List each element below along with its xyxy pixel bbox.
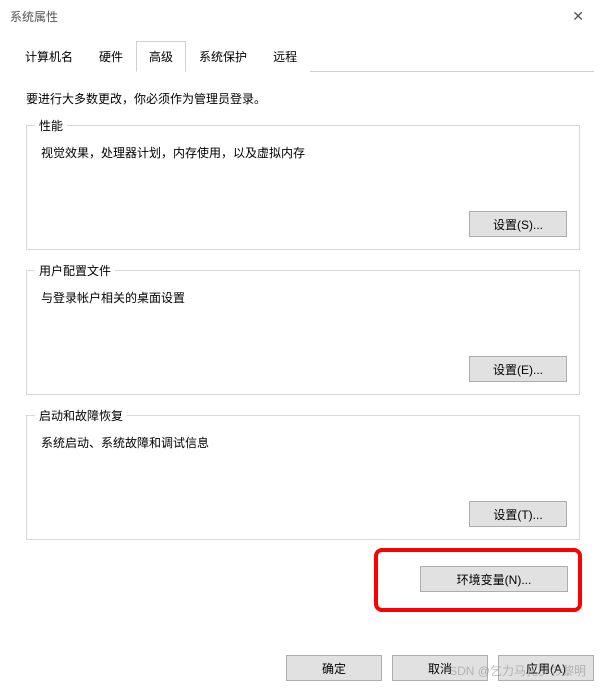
cancel-button[interactable]: 取消: [392, 655, 488, 681]
group-startuprecovery: 启动和故障恢复 系统启动、系统故障和调试信息 设置(T)...: [26, 415, 580, 540]
group-userprofiles: 用户配置文件 与登录帐户相关的桌面设置 设置(E)...: [26, 270, 580, 395]
tab-content-advanced: 要进行大多数更改，你必须作为管理员登录。 性能 视觉效果，处理器计划，内存使用，…: [12, 72, 594, 616]
intro-text: 要进行大多数更改，你必须作为管理员登录。: [26, 90, 580, 107]
tab-hardware[interactable]: 硬件: [86, 41, 136, 72]
group-startuprecovery-title: 启动和故障恢复: [35, 407, 127, 424]
group-performance: 性能 视觉效果，处理器计划，内存使用，以及虚拟内存 设置(S)...: [26, 125, 580, 250]
startuprecovery-settings-button[interactable]: 设置(T)...: [469, 501, 567, 527]
group-performance-desc: 视觉效果，处理器计划，内存使用，以及虚拟内存: [41, 144, 567, 161]
tab-advanced[interactable]: 高级: [136, 41, 186, 72]
titlebar: 系统属性 ✕: [0, 0, 606, 32]
group-userprofiles-title: 用户配置文件: [35, 262, 115, 279]
group-performance-title: 性能: [35, 117, 67, 134]
apply-button[interactable]: 应用(A): [498, 655, 594, 681]
tab-systemprotection[interactable]: 系统保护: [186, 41, 260, 72]
tab-remote[interactable]: 远程: [260, 41, 310, 72]
group-startuprecovery-btn-row: 设置(T)...: [39, 501, 567, 527]
close-icon[interactable]: ✕: [562, 4, 594, 29]
group-userprofiles-desc: 与登录帐户相关的桌面设置: [41, 289, 567, 306]
ok-button[interactable]: 确定: [286, 655, 382, 681]
tabs-bar: 计算机名 硬件 高级 系统保护 远程: [12, 40, 594, 72]
group-performance-btn-row: 设置(S)...: [39, 211, 567, 237]
dialog-buttons: 确定 取消 应用(A): [286, 655, 594, 681]
environment-variables-button[interactable]: 环境变量(N)...: [420, 566, 568, 592]
userprofiles-settings-button[interactable]: 设置(E)...: [469, 356, 567, 382]
group-userprofiles-btn-row: 设置(E)...: [39, 356, 567, 382]
dialog-content: 计算机名 硬件 高级 系统保护 远程 要进行大多数更改，你必须作为管理员登录。 …: [0, 32, 606, 616]
tab-computername[interactable]: 计算机名: [12, 41, 86, 72]
env-var-row: 环境变量(N)...: [26, 560, 580, 606]
performance-settings-button[interactable]: 设置(S)...: [469, 211, 567, 237]
group-startuprecovery-desc: 系统启动、系统故障和调试信息: [41, 434, 567, 451]
window-title: 系统属性: [10, 8, 58, 25]
